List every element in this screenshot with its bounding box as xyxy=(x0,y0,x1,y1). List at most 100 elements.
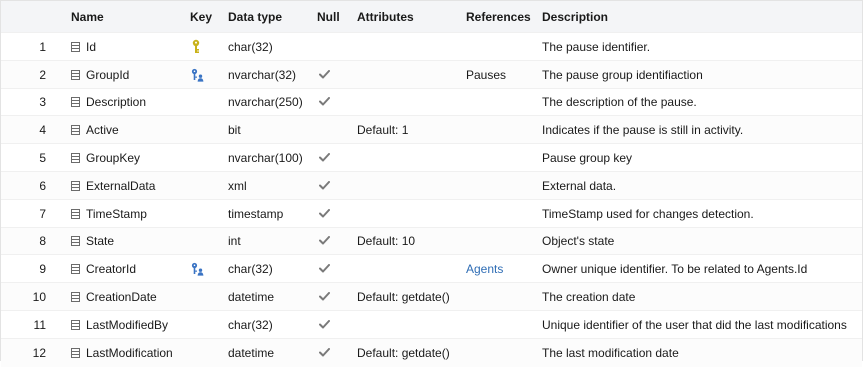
data-type-cell: datetime xyxy=(228,345,275,360)
description-cell: Unique identifier of the user that did t… xyxy=(542,317,847,332)
references-cell xyxy=(466,89,538,117)
attributes-cell: Default: 10 xyxy=(357,234,416,249)
foreign-key-icon xyxy=(191,68,205,82)
table-row[interactable]: 11 LastModifiedBy char(32) Unique identifie… xyxy=(1,310,862,339)
header-attributes[interactable]: Attributes xyxy=(357,1,465,32)
table-row[interactable]: 8 State int Default: 10 Object's state xyxy=(1,226,862,256)
table-row[interactable]: 6 ExternalData xml External data. xyxy=(1,171,862,200)
description-cell: The description of the pause. xyxy=(542,95,697,110)
key-cell xyxy=(191,255,221,283)
data-type-cell: timestamp xyxy=(228,206,284,221)
key-cell xyxy=(191,172,221,200)
nullable-cell xyxy=(316,172,346,200)
description-cell: External data. xyxy=(542,178,617,193)
column-name-cell[interactable]: CreationDate xyxy=(71,283,186,311)
check-icon xyxy=(316,151,332,165)
header-name[interactable]: Name xyxy=(71,1,186,32)
check-icon xyxy=(316,262,332,276)
header-references[interactable]: References xyxy=(466,1,538,32)
key-cell xyxy=(191,89,221,117)
nullable-cell xyxy=(316,200,346,228)
row-index: 5 xyxy=(39,151,46,166)
row-index: 12 xyxy=(32,345,46,360)
references-cell xyxy=(466,116,538,144)
check-icon xyxy=(316,346,332,360)
key-cell xyxy=(191,61,221,89)
attributes-cell: Default: getdate() xyxy=(357,290,450,305)
column-icon xyxy=(71,97,80,108)
description-cell: The creation date xyxy=(542,290,636,305)
attributes-cell xyxy=(357,172,465,200)
nullable-cell xyxy=(316,228,346,256)
table-row[interactable]: 2 GroupId nvarchar(32) Pauses The pause grou… xyxy=(1,59,862,89)
nullable-cell xyxy=(316,89,346,117)
column-name-cell[interactable]: TimeStamp xyxy=(71,200,186,228)
table-row[interactable]: 4 Active bit Default: 1 Indicates if the pau… xyxy=(1,115,862,145)
column-name-cell[interactable]: State xyxy=(71,228,186,256)
check-icon xyxy=(316,68,332,82)
key-cell xyxy=(191,116,221,144)
references-cell xyxy=(466,339,538,367)
attributes-cell xyxy=(357,33,465,61)
table-row[interactable]: 10 CreationDate datetime Default: getdate()… xyxy=(1,282,862,311)
header-key[interactable]: Key xyxy=(190,1,220,32)
header-description[interactable]: Description xyxy=(542,1,862,32)
description-cell: Pause group key xyxy=(542,151,633,166)
table-row[interactable]: 12 LastModification datetime Default: getda… xyxy=(1,337,862,367)
table-row[interactable]: 7 TimeStamp timestamp TimeStamp used for ch… xyxy=(1,198,862,228)
column-name: GroupId xyxy=(86,67,130,82)
column-icon xyxy=(71,153,80,164)
column-icon xyxy=(71,292,80,303)
data-type-cell: nvarchar(100) xyxy=(228,151,303,166)
data-type-cell: char(32) xyxy=(228,317,273,332)
column-name-cell[interactable]: Description xyxy=(71,89,186,117)
data-type-cell: bit xyxy=(228,123,241,138)
column-name-cell[interactable]: LastModification xyxy=(71,339,186,367)
column-icon xyxy=(71,319,80,330)
description-cell: Object's state xyxy=(542,234,615,249)
primary-key-icon xyxy=(191,39,201,55)
column-name-cell[interactable]: GroupId xyxy=(71,61,186,89)
column-name-cell[interactable]: Id xyxy=(71,33,186,61)
row-index: 2 xyxy=(39,67,46,82)
column-name-cell[interactable]: CreatorId xyxy=(71,255,186,283)
nullable-cell xyxy=(316,144,346,172)
table-row[interactable]: 1 Id char(32) The pause identifier. xyxy=(1,32,862,61)
header-null[interactable]: Null xyxy=(317,1,347,32)
key-cell xyxy=(191,228,221,256)
references-cell xyxy=(466,172,538,200)
row-index: 8 xyxy=(39,234,46,249)
table-row[interactable]: 9 CreatorId char(32) Agents Owner unique ide… xyxy=(1,254,862,283)
key-cell xyxy=(191,283,221,311)
key-cell xyxy=(191,311,221,339)
references-cell xyxy=(466,200,538,228)
table-row[interactable]: 3 Description nvarchar(250) The description… xyxy=(1,87,862,117)
column-name: LastModifiedBy xyxy=(86,317,169,332)
column-name-cell[interactable]: Active xyxy=(71,116,186,144)
column-name: State xyxy=(86,234,115,249)
data-type-cell: nvarchar(250) xyxy=(228,95,303,110)
column-name-cell[interactable]: ExternalData xyxy=(71,172,186,200)
data-type-cell: nvarchar(32) xyxy=(228,67,297,82)
data-type-cell: xml xyxy=(228,178,247,193)
check-icon xyxy=(316,207,332,221)
reference-link[interactable]: Agents xyxy=(466,262,503,276)
column-name-cell[interactable]: LastModifiedBy xyxy=(71,311,186,339)
nullable-cell xyxy=(316,255,346,283)
check-icon xyxy=(316,95,332,109)
column-icon xyxy=(71,208,80,219)
data-type-cell: datetime xyxy=(228,290,275,305)
row-index: 1 xyxy=(39,39,46,54)
columns-grid: Name Key Data type Null Attributes Refer… xyxy=(0,0,863,367)
reference-text: Pauses xyxy=(466,67,507,82)
table-row[interactable]: 5 GroupKey nvarchar(100) Pause group key xyxy=(1,143,862,172)
header-type[interactable]: Data type xyxy=(228,1,313,32)
column-name: GroupKey xyxy=(86,151,141,166)
check-icon xyxy=(316,179,332,193)
description-cell: TimeStamp used for changes detection. xyxy=(542,206,754,221)
data-type-cell: int xyxy=(228,234,241,249)
key-cell xyxy=(191,144,221,172)
description-cell: The pause group identifiaction xyxy=(542,67,703,82)
column-name-cell[interactable]: GroupKey xyxy=(71,144,186,172)
column-icon xyxy=(71,41,80,52)
